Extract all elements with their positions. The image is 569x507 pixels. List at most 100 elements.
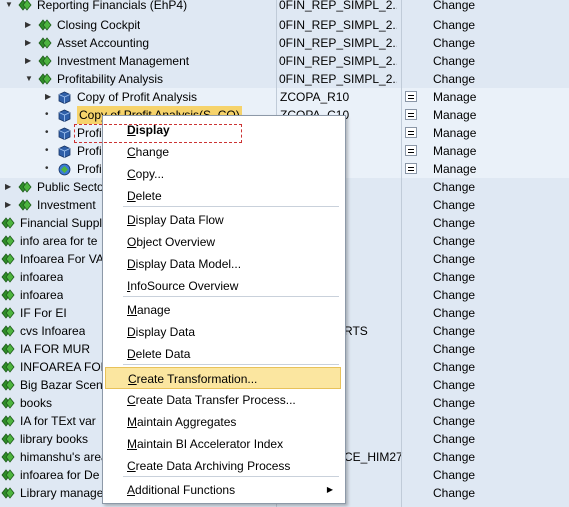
tree-row[interactable]: ▼ Profitability Analysis 0FIN_REP_SIMPL_2.… [0, 70, 569, 88]
tree-node-label[interactable]: infoarea for De [20, 466, 99, 484]
tree-node-label[interactable]: Closing Cockpit [57, 16, 140, 34]
tree-node-label[interactable]: Profi [77, 160, 102, 178]
menu-item-delete-data[interactable]: Delete Data [103, 343, 343, 365]
manage-icon[interactable] [405, 145, 417, 156]
tree-node-label[interactable]: Investment Management [57, 52, 189, 70]
tree-node-label[interactable]: Financial Supply [20, 214, 108, 232]
tree-row[interactable]: ▶ Asset Accounting 0FIN_REP_SIMPL_2... Chan… [0, 34, 569, 52]
technical-name: 0FIN_REP_SIMPL_2... [279, 18, 397, 32]
menu-item-manage[interactable]: Manage [103, 299, 343, 321]
expand-arrow-icon[interactable]: ▼ [25, 70, 33, 88]
action-label[interactable]: Change [433, 52, 475, 70]
action-label[interactable]: Change [433, 70, 475, 88]
action-label[interactable]: Change [433, 340, 475, 358]
action-label[interactable]: Manage [433, 124, 476, 142]
menu-item-delete[interactable]: Delete [103, 185, 343, 207]
action-label[interactable]: Change [433, 196, 475, 214]
infocube-icon [58, 109, 71, 122]
menu-item-additional-functions[interactable]: Additional Functions ▶ [103, 479, 343, 501]
tree-node-label[interactable]: Profi [77, 142, 102, 160]
tree-row[interactable]: ▶ Copy of Profit Analysis ZCOPA_R10 Manage [0, 88, 569, 106]
tree-node-label[interactable]: INFOAREA FOR [20, 358, 109, 376]
action-label[interactable]: Manage [433, 106, 476, 124]
menu-item-label: Display Data Model... [127, 257, 242, 271]
tree-node-label[interactable]: books [20, 394, 52, 412]
tree-node-label[interactable]: IF For EI [20, 304, 67, 322]
action-label[interactable]: Manage [433, 142, 476, 160]
action-label[interactable]: Change [433, 178, 475, 196]
action-label[interactable]: Manage [433, 160, 476, 178]
menu-item-maintain-aggregates[interactable]: Maintain Aggregates [103, 411, 343, 433]
action-label[interactable]: Change [433, 412, 475, 430]
action-label[interactable]: Change [433, 466, 475, 484]
action-label[interactable]: Change [433, 304, 475, 322]
menu-item-create-transformation[interactable]: Create Transformation... [105, 367, 341, 389]
action-label[interactable]: Change [433, 0, 475, 14]
tree-node-label[interactable]: Profitability Analysis [57, 70, 163, 88]
infoarea-icon [18, 181, 32, 193]
tree-node-label[interactable]: Infoarea For VA [20, 250, 104, 268]
tree-node-label[interactable]: Reporting Financials (EhP4) [37, 0, 187, 14]
tree-row[interactable]: ▶ Closing Cockpit 0FIN_REP_SIMPL_2... Chang… [0, 16, 569, 34]
tree-node-label[interactable]: infoarea [20, 286, 63, 304]
tree-node-label[interactable]: cvs Infoarea [20, 322, 85, 340]
infoarea-icon [38, 37, 52, 49]
menu-item-display-data-model[interactable]: Display Data Model... [103, 253, 343, 275]
action-label[interactable]: Change [433, 448, 475, 466]
menu-item-infosource-overview[interactable]: InfoSource Overview [103, 275, 343, 297]
action-label[interactable]: Change [433, 34, 475, 52]
tree-row[interactable]: ▼ Reporting Financials (EhP4) 0FIN_REP_SIM… [0, 0, 569, 14]
tree-node-label[interactable]: infoarea [20, 268, 63, 286]
collapse-arrow-icon[interactable]: ▶ [45, 88, 51, 106]
tree-node-label[interactable]: Investment [37, 196, 96, 214]
collapse-arrow-icon[interactable]: ▶ [5, 196, 11, 214]
collapse-arrow-icon[interactable]: ▶ [25, 16, 31, 34]
action-label[interactable]: Change [433, 214, 475, 232]
menu-item-display-data-flow[interactable]: Display Data Flow [103, 209, 343, 231]
menu-item-copy[interactable]: Copy... [103, 163, 343, 185]
action-label[interactable]: Change [433, 268, 475, 286]
tree-node-label[interactable]: himanshu's area [20, 448, 108, 466]
action-label[interactable]: Change [433, 430, 475, 448]
manage-icon[interactable] [405, 91, 417, 102]
manage-icon[interactable] [405, 109, 417, 120]
action-label[interactable]: Change [433, 376, 475, 394]
menu-item-change[interactable]: Change [103, 141, 343, 163]
tree-node-label[interactable]: Asset Accounting [57, 34, 149, 52]
menu-item-create-data-archiving-process[interactable]: Create Data Archiving Process [103, 455, 343, 477]
tree-node-label[interactable]: IA FOR MUR [20, 340, 90, 358]
menu-item-object-overview[interactable]: Object Overview [103, 231, 343, 253]
tree-node-label[interactable]: Copy of Profit Analysis [77, 88, 197, 106]
tree-node-label[interactable]: info area for te [20, 232, 97, 250]
action-label[interactable]: Change [433, 232, 475, 250]
menu-item-maintain-bi-accelerator-index[interactable]: Maintain BI Accelerator Index [103, 433, 343, 455]
manage-icon[interactable] [405, 127, 417, 138]
action-label[interactable]: Change [433, 358, 475, 376]
context-menu: Display Change Copy... Delete Display Data F… [102, 115, 346, 504]
menu-item-create-data-transfer-process[interactable]: Create Data Transfer Process... [103, 389, 343, 411]
tree-row[interactable]: ▶ Investment Management 0FIN_REP_SIMPL_2..… [0, 52, 569, 70]
technical-name: 0FIN_REP_SIMPL_2... [279, 54, 397, 68]
infoarea-icon [38, 19, 52, 31]
infoarea-icon [1, 397, 15, 409]
manage-icon[interactable] [405, 163, 417, 174]
action-label[interactable]: Change [433, 16, 475, 34]
tree-node-label[interactable]: Library manage [20, 484, 103, 502]
action-label[interactable]: Change [433, 394, 475, 412]
expand-arrow-icon[interactable]: ▼ [5, 0, 13, 14]
tree-node-label[interactable]: library books [20, 430, 88, 448]
infoarea-icon [1, 433, 15, 445]
tree-node-label[interactable]: Big Bazar Scena [20, 376, 109, 394]
tree-node-label[interactable]: Public Secto [37, 178, 104, 196]
action-label[interactable]: Change [433, 484, 475, 502]
tree-node-label[interactable]: IA for TExt var [20, 412, 96, 430]
action-label[interactable]: Manage [433, 88, 476, 106]
menu-item-display-data[interactable]: Display Data [103, 321, 343, 343]
action-label[interactable]: Change [433, 286, 475, 304]
collapse-arrow-icon[interactable]: ▶ [25, 34, 31, 52]
menu-item-label: Change [127, 145, 170, 159]
collapse-arrow-icon[interactable]: ▶ [25, 52, 31, 70]
collapse-arrow-icon[interactable]: ▶ [5, 178, 11, 196]
action-label[interactable]: Change [433, 250, 475, 268]
action-label[interactable]: Change [433, 322, 475, 340]
